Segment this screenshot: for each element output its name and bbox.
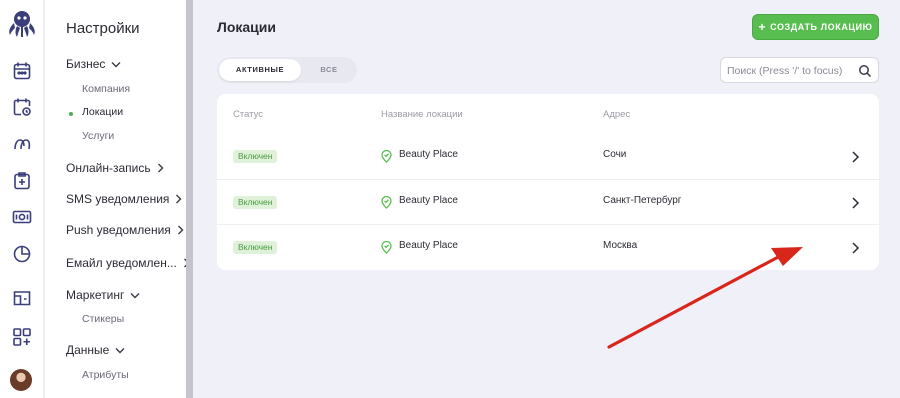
table-row[interactable]: Включен Beauty Place Москва <box>217 224 879 269</box>
search-icon[interactable] <box>858 64 872 78</box>
nav-section-push[interactable]: Push уведомления <box>66 223 184 237</box>
chevron-right-icon[interactable] <box>850 150 860 164</box>
nav-section-sms[interactable]: SMS уведомления <box>66 192 182 206</box>
nav-section-label: Данные <box>66 343 110 357</box>
location-address: Санкт-Петербург <box>603 195 682 206</box>
active-dot <box>69 112 73 116</box>
nav-section-label: SMS уведомления <box>66 192 170 206</box>
nav-item-services[interactable]: Услуги <box>82 130 114 142</box>
chevron-right-icon <box>176 194 182 204</box>
nav-section-label: Маркетинг <box>66 288 125 302</box>
chevron-down-icon <box>130 292 140 298</box>
nav-section-email[interactable]: Емайл уведомлен... <box>66 256 190 270</box>
calendar-clock-icon[interactable] <box>12 97 32 117</box>
cash-icon[interactable] <box>12 207 32 227</box>
chevron-down-icon <box>115 347 125 353</box>
nav-section-label: Емайл уведомлен... <box>66 256 177 270</box>
status-badge: Включен <box>233 150 278 163</box>
locations-table: Статус Название локации Адрес Включен Be… <box>217 94 879 270</box>
nav-section-label: Онлайн-запись <box>66 161 151 175</box>
location-name: Beauty Place <box>399 240 458 251</box>
header-status: Статус <box>233 109 264 120</box>
chevron-down-icon <box>111 61 121 67</box>
nav-section-business[interactable]: Бизнес <box>66 57 121 71</box>
avatar[interactable] <box>10 369 32 391</box>
plus-icon: + <box>758 20 767 34</box>
create-location-button[interactable]: + СОЗДАТЬ ЛОКАЦИЮ <box>752 14 879 40</box>
nav-section-online-booking[interactable]: Онлайн-запись <box>66 161 164 175</box>
calendar-icon[interactable] <box>12 61 32 81</box>
search-input[interactable] <box>727 62 852 79</box>
nav-section-label: Push уведомления <box>66 223 171 237</box>
status-badge: Включен <box>233 241 278 254</box>
pie-chart-icon[interactable] <box>12 244 32 264</box>
nav-section-marketing[interactable]: Маркетинг <box>66 288 140 302</box>
nav-title: Настройки <box>66 20 140 37</box>
location-pin-icon <box>381 150 392 163</box>
nav-scrollbar[interactable] <box>186 0 193 398</box>
location-address: Сочи <box>603 149 627 160</box>
nav-section-data[interactable]: Данные <box>66 343 125 357</box>
create-location-label: СОЗДАТЬ ЛОКАЦИЮ <box>770 22 873 32</box>
tab-active[interactable]: АКТИВНЫЕ <box>219 59 301 81</box>
nav-item-company[interactable]: Компания <box>82 83 130 95</box>
apps-icon[interactable] <box>12 327 32 347</box>
table-row[interactable]: Включен Beauty Place Сочи <box>217 134 879 179</box>
chevron-right-icon[interactable] <box>850 241 860 255</box>
clipboard-icon[interactable] <box>12 171 32 191</box>
chevron-right-icon <box>157 163 164 173</box>
clients-icon[interactable] <box>12 133 32 153</box>
header-address: Адрес <box>603 109 631 120</box>
chevron-right-icon <box>177 225 184 235</box>
nav-item-attributes[interactable]: Атрибуты <box>82 369 129 381</box>
nav-item-locations[interactable]: Локации <box>82 106 123 118</box>
settings-nav: Настройки Бизнес Компания Локации Услуги… <box>45 0 190 398</box>
header-name: Название локации <box>381 109 463 120</box>
location-name: Beauty Place <box>399 195 458 206</box>
location-pin-icon <box>381 196 392 209</box>
location-pin-icon <box>381 241 392 254</box>
nav-section-label: Бизнес <box>66 57 106 71</box>
octopus-logo[interactable] <box>6 9 38 39</box>
tab-all[interactable]: ВСЕ <box>305 57 353 83</box>
location-name: Beauty Place <box>399 149 458 160</box>
location-address: Москва <box>603 240 638 251</box>
chevron-right-icon[interactable] <box>850 196 860 210</box>
search-box <box>720 57 879 83</box>
app-rail <box>0 0 44 398</box>
table-row[interactable]: Включен Beauty Place Санкт-Петербург <box>217 179 879 224</box>
store-icon[interactable] <box>12 288 32 308</box>
nav-item-stickers[interactable]: Стикеры <box>82 313 124 325</box>
page-title: Локации <box>217 19 276 35</box>
status-badge: Включен <box>233 196 278 209</box>
status-tabs: АКТИВНЫЕ ВСЕ <box>217 57 357 83</box>
